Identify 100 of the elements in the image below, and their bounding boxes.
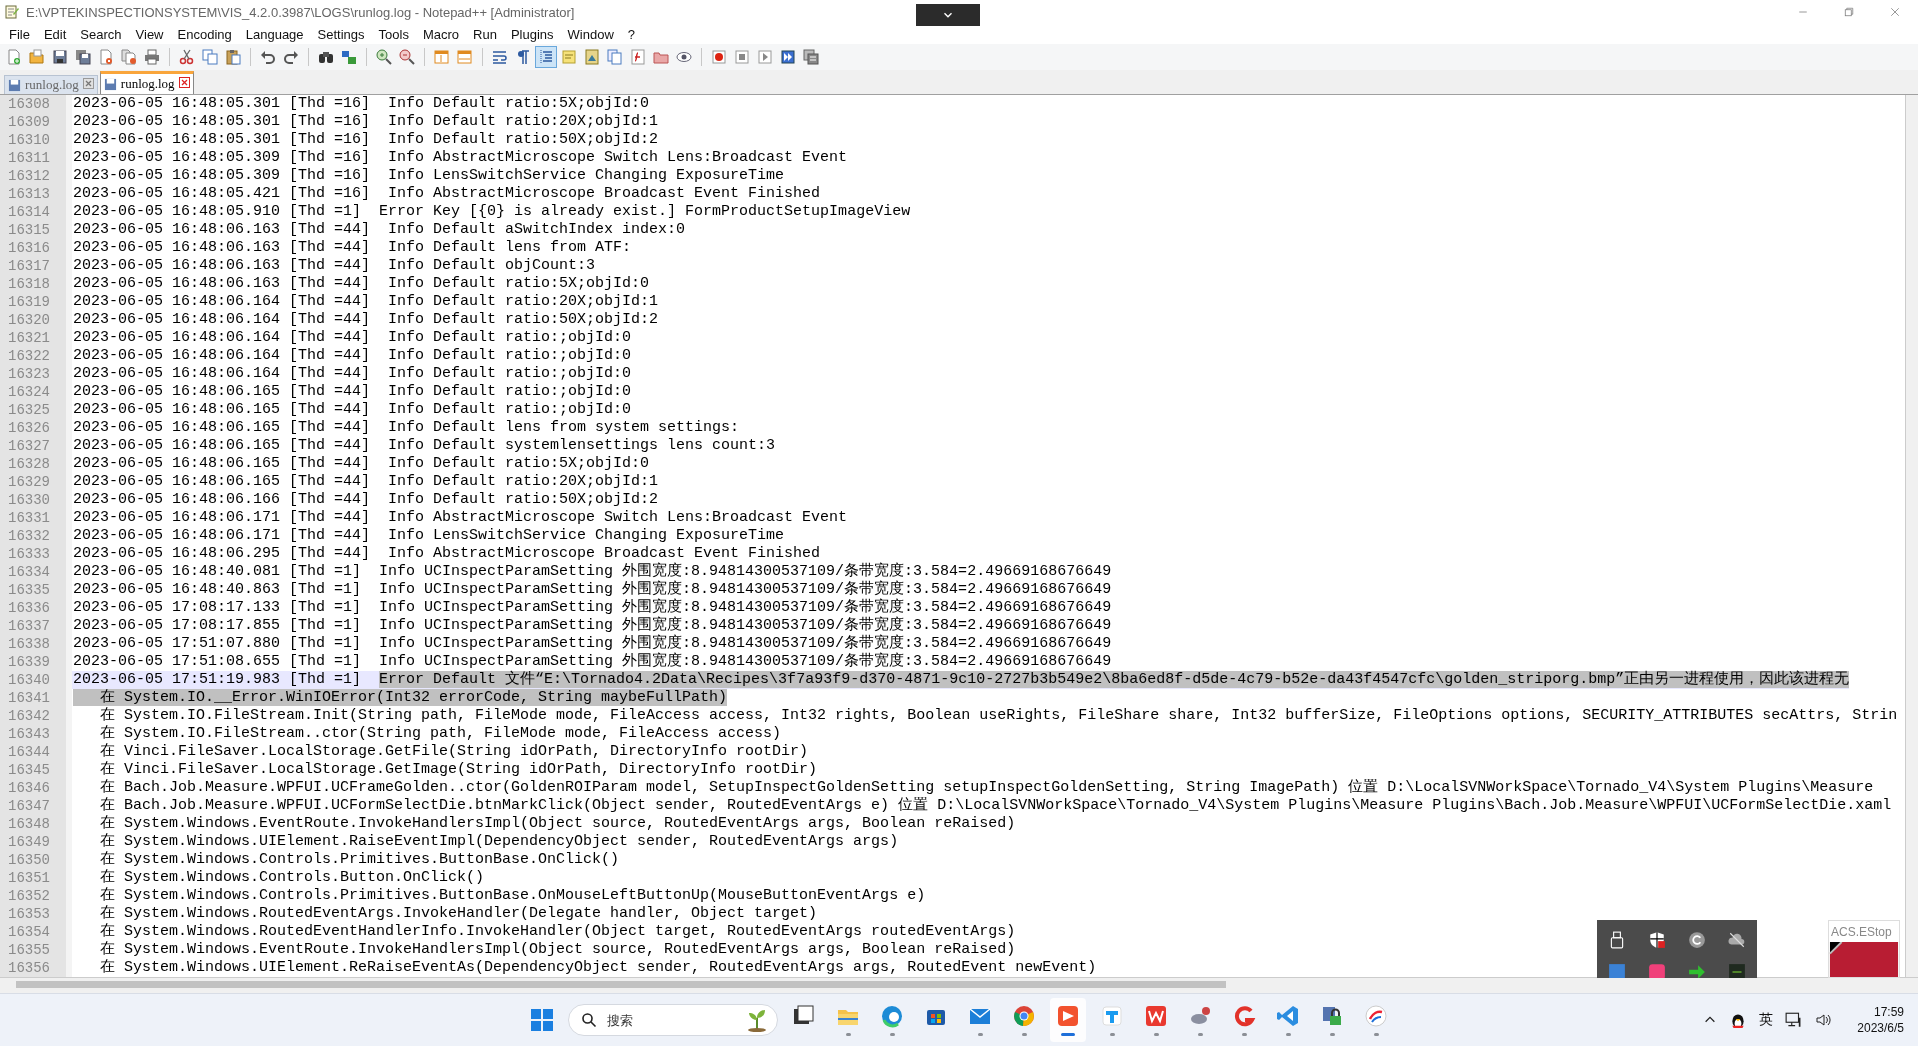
scissors-icon — [179, 49, 195, 65]
log-line: 2023-06-05 16:48:06.295 [Thd =44] Info AbstractMicroscope Broadcast Event Finished — [72, 545, 821, 562]
log-line: 在 System.IO.FileStream..ctor(String path, FileMode mode, FileAccess access) — [99, 725, 782, 743]
search-field[interactable]: 搜索 — [605, 1011, 729, 1029]
indent-guide-button[interactable] — [535, 46, 557, 68]
menu-item[interactable]: ? — [620, 26, 643, 42]
menu-item[interactable]: File — [2, 26, 37, 42]
log-line: 2023-06-05 16:48:06.164 [Thd =44] Info Default ratio:;objId:0 — [72, 347, 632, 365]
log-line: 在 System.Windows.RoutedEventHandlerInfo.InvokeHandler(Object target, RoutedEventArgs routedEventArgs) — [99, 923, 1016, 941]
line-number: 16355 — [7, 941, 51, 959]
line-number: 16352 — [7, 887, 51, 905]
pilcrow-icon — [515, 49, 531, 65]
scrollbar-thumb[interactable] — [16, 981, 1226, 988]
save-macro-button[interactable] — [800, 46, 822, 68]
play-icon — [757, 49, 773, 65]
menu-item[interactable]: Plugins — [503, 26, 561, 42]
log-line: 2023-06-05 17:08:17.133 [Thd =1] Info UCInspectParamSetting 外围宽度:8.94814300537109/条带宽度:3.584=2.49669168676649 — [72, 599, 1112, 616]
record-icon — [711, 49, 727, 65]
log-line: 在 System.Windows.Controls.Primitives.ButtonBase.OnMouseLeftButtonUp(MouseButtonEventArgs e) — [99, 887, 926, 905]
log-line: 2023-06-05 16:48:06.164 [Thd =44] Info Default ratio:20X;objId:1 — [72, 293, 659, 311]
line-number: 16310 — [7, 131, 51, 149]
note-icon — [561, 49, 577, 65]
print-icon — [144, 49, 160, 65]
menu-item[interactable]: Window — [560, 26, 621, 42]
window-title: E:\VPTEKINSPECTIONSYSTEM\VIS_4.2.0.3987\LOGS\runlog.log - Notepad++ [Administrator] — [26, 4, 575, 20]
line-number: 16338 — [7, 635, 51, 653]
save-icon — [8, 78, 21, 92]
undo-icon — [260, 49, 276, 65]
clock-time[interactable]: 17:59 — [1873, 1004, 1904, 1020]
chip-icon — [1728, 963, 1746, 978]
shield-icon — [1648, 931, 1666, 949]
log-line: 2023-06-05 16:48:05.301 [Thd =16] Info Default ratio:20X;objId:1 — [72, 113, 659, 131]
horizontal-scrollbar[interactable] — [0, 977, 1918, 992]
line-number: 16316 — [7, 239, 51, 257]
line-number: 16313 — [7, 185, 51, 203]
line-number: 16344 — [7, 743, 51, 761]
line-number: 16332 — [7, 527, 51, 545]
document-map-icon — [584, 49, 600, 65]
line-number: 16311 — [7, 149, 51, 167]
save-macro-icon — [803, 49, 819, 65]
menu-item[interactable]: Search — [73, 26, 129, 42]
new-file-icon — [6, 49, 22, 65]
log-line: 2023-06-05 16:48:05.309 [Thd =16] Info LensSwitchService Changing ExposureTime — [72, 167, 785, 185]
fast-forward-icon — [780, 49, 796, 65]
line-number: 16312 — [7, 167, 51, 185]
menu-item[interactable]: Encoding — [170, 26, 239, 42]
document-list-icon — [607, 49, 623, 65]
cloud-off-icon — [1728, 931, 1746, 949]
copy-button[interactable] — [199, 46, 221, 68]
line-number: 16342 — [7, 707, 51, 725]
paste-icon — [225, 49, 241, 65]
estop-title: ACS.EStop — [1830, 924, 1893, 941]
code-editor-icon — [1276, 1004, 1300, 1028]
play-icon — [1056, 1004, 1080, 1028]
open-folder-icon — [29, 49, 45, 65]
window-stack-icon — [457, 49, 473, 65]
menu-item[interactable]: Macro — [415, 26, 467, 42]
arrow-icon — [1688, 963, 1706, 978]
line-number: 16341 — [7, 689, 51, 707]
log-line: 2023-06-05 16:48:05.910 [Thd =1] Error Key [{0} is already exist.] FormProductSetupImageView — [72, 203, 911, 221]
line-number: 16331 — [7, 509, 51, 527]
line-number: 16321 — [7, 329, 51, 347]
menu-item[interactable]: Run — [466, 26, 504, 42]
clock-date[interactable]: 2023/6/5 — [1857, 1020, 1904, 1036]
log-line: 2023-06-05 16:48:06.164 [Thd =44] Info Default ratio:;objId:0 — [72, 365, 632, 383]
menu-item[interactable]: Settings — [310, 26, 372, 42]
refresh-icon — [1688, 931, 1706, 949]
zoom-out-icon — [399, 49, 415, 65]
log-line: 在 System.Windows.Controls.Primitives.ButtonBase.OnClick() — [99, 851, 620, 869]
search-bar[interactable]: 搜索 — [568, 1004, 778, 1036]
menu-item[interactable]: View — [128, 26, 171, 42]
notepad-icon — [4, 4, 20, 20]
log-line: 在 Vinci.FileSaver.LocalStorage.GetImage(String idOrPath, DirectoryInfo rootDir) — [99, 761, 818, 779]
log-line: 2023-06-05 17:51:08.655 [Thd =1] Info UCInspectParamSetting 外围宽度:8.94814300537109/条带宽度:3.584=2.49669168676649 — [72, 653, 1112, 670]
line-number: 16345 — [7, 761, 51, 779]
line-number: 16339 — [7, 653, 51, 671]
input-mode-indicator[interactable]: 英 — [1759, 1011, 1774, 1029]
log-line: 在 System.Windows.EventRoute.InvokeHandlersImpl(Object source, RoutedEventArgs args, Boolean reRaised) — [99, 815, 1016, 833]
menu-item[interactable]: Tools — [371, 26, 416, 42]
log-line: 2023-06-05 17:08:17.855 [Thd =1] Info UCInspectParamSetting 外围宽度:8.94814300537109/条带宽度:3.584=2.49669168676649 — [72, 617, 1112, 634]
vertical-scrollbar[interactable] — [1905, 95, 1918, 977]
window-pair-icon — [434, 49, 450, 65]
line-number: 16349 — [7, 833, 51, 851]
menu-item[interactable]: Edit — [36, 26, 74, 42]
log-line: 在 System.IO.FileStream.Init(String path, FileMode mode, FileAccess access, Int32 rights, Boolean useRights, FileShare share, Int32 bufferSize, FileOptions options, SECURITY_ATTRIBUTES secAttrs, Strin — [99, 707, 1898, 725]
word-wrap-icon — [492, 49, 508, 65]
line-number: 16325 — [7, 401, 51, 419]
log-line: 2023-06-05 16:48:40.081 [Thd =1] Info UCInspectParamSetting 外围宽度:8.94814300537109/条带宽度:3.584=2.49669168676649 — [72, 563, 1112, 580]
log-line: 2023-06-05 17:51:07.880 [Thd =1] Info UCInspectParamSetting 外围宽度:8.94814300537109/条带宽度:3.584=2.49669168676649 — [72, 635, 1112, 652]
log-line: 在 System.Windows.Controls.Button.OnClick() — [99, 869, 485, 887]
menu-item[interactable]: Language — [238, 26, 311, 42]
log-line: 2023-06-05 16:48:06.165 [Thd =44] Info Default ratio:5X;objId:0 — [72, 455, 650, 473]
file-tab[interactable]: runlog.log — [99, 71, 194, 94]
log-line: 2023-06-05 16:48:40.863 [Thd =1] Info UCInspectParamSetting 外围宽度:8.94814300537109/条带宽度:3.584=2.49669168676649 — [72, 581, 1112, 598]
log-line: 2023-06-05 16:48:06.165 [Thd =44] Info Default ratio:;objId:0 — [72, 383, 632, 401]
line-number: 16317 — [7, 257, 51, 275]
line-number: 16322 — [7, 347, 51, 365]
file-tab[interactable]: runlog.log — [4, 75, 98, 94]
log-line: 在 System.Windows.RoutedEventArgs.InvokeHandler(Delegate handler, Object target) — [99, 905, 818, 923]
log-line: 2023-06-05 16:48:06.163 [Thd =44] Info Default objCount:3 — [72, 257, 596, 275]
